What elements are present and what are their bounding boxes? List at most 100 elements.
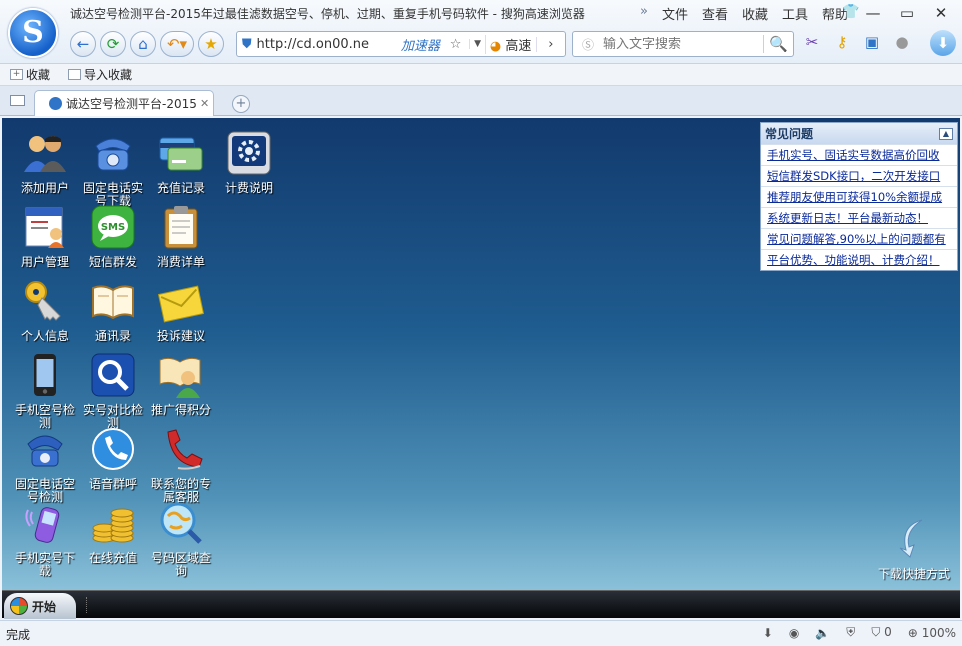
users-icon (24, 136, 66, 172)
search-input[interactable] (603, 36, 763, 52)
key-tool-icon[interactable]: ⚷ (832, 33, 852, 51)
zoom-control[interactable]: ⊕ 100% (908, 626, 956, 640)
faq-link[interactable]: 平台优势、功能说明、计费介绍！ (761, 249, 957, 270)
search-engine-icon[interactable]: Ⓢ (573, 36, 603, 53)
volume-icon[interactable]: 🔈 (815, 626, 830, 640)
desktop-icon-personal-info[interactable]: 个人信息 (12, 278, 78, 343)
security-count: 0 (884, 625, 892, 639)
faq-link[interactable]: 常见问题解答,90%以上的问题都有 (761, 228, 957, 249)
search-box[interactable]: Ⓢ 🔍 (572, 31, 794, 57)
mobile-phone-icon (34, 354, 56, 396)
favorite-star-icon[interactable]: ★ (198, 31, 224, 57)
lock-icon[interactable]: ⛨ (846, 625, 855, 640)
bookmark-star-icon[interactable]: ☆ (450, 37, 470, 52)
menu-bar: » 文件 查看 收藏 工具 帮助 (640, 4, 848, 23)
desktop-icon-complaints[interactable]: 投诉建议 (148, 278, 214, 343)
desktop-icon-online-recharge[interactable]: 在线充值 (80, 500, 146, 565)
zoom-level: 100% (921, 625, 956, 640)
undo-icon[interactable]: ↶▾ (160, 31, 194, 57)
coins-icon (92, 508, 134, 543)
start-button[interactable]: 开始 (4, 593, 76, 619)
desktop-icon-label: 添加用户 (20, 181, 69, 195)
address-dropdown-icon[interactable]: ▼ (469, 39, 485, 49)
speed-label: 高速 (505, 38, 532, 54)
menu-favorites[interactable]: 收藏 (742, 4, 768, 23)
favorites-bar: + 收藏 导入收藏 (0, 64, 962, 86)
menu-file[interactable]: 文件 (662, 4, 688, 23)
address-url[interactable]: http://cd.on00.ne (257, 37, 401, 52)
refresh-icon[interactable]: ⟳ (100, 31, 126, 57)
more-icon[interactable]: ● (892, 33, 912, 51)
menu-view[interactable]: 查看 (702, 4, 728, 23)
desktop-icon-area-lookup[interactable]: 号码区域查询 (148, 500, 214, 578)
faq-link[interactable]: 系统更新日志！平台最新动态！ (761, 207, 957, 228)
desktop-icon-voice-call[interactable]: 语音群呼 (80, 426, 146, 491)
desktop-icon-mobile-real-download[interactable]: 手机实号下载 (12, 500, 78, 578)
download-status-icon[interactable]: ⬇ (763, 626, 773, 640)
back-icon[interactable]: ← (70, 31, 96, 57)
settings-icon (227, 131, 271, 175)
add-favorite-button[interactable]: + 收藏 (10, 66, 50, 83)
search-icon[interactable]: 🔍 (763, 35, 793, 53)
faq-link[interactable]: 手机实号、固话实号数据高价回收 (761, 144, 957, 165)
sidebar-toggle-icon[interactable] (10, 95, 25, 106)
faq-link[interactable]: 推荐朋友使用可获得10%余额提成 (761, 186, 957, 207)
desktop-icon-sms[interactable]: SMS 短信群发 (80, 204, 146, 269)
minimize-icon[interactable]: — (856, 2, 890, 24)
svg-text:SMS: SMS (101, 222, 125, 233)
desktop-icon-label: 消费详单 (156, 255, 205, 269)
desktop-icon-dedicated-support[interactable]: 联系您的专属客服 (148, 426, 214, 504)
menu-overflow-icon[interactable]: » (640, 4, 648, 23)
desktop-icon-recharge-records[interactable]: 充值记录 (148, 130, 214, 195)
shield-status-icon: ⛉ (871, 625, 881, 639)
desktop-icon-label: 推广得积分 (150, 403, 211, 417)
security-status[interactable]: ⛉ 0 (871, 625, 891, 640)
address-bar[interactable]: ⛊ http://cd.on00.ne 加速器 ☆ ▼ ◕ 高速 › (236, 31, 566, 57)
faq-panel: 常见问题 ▲ 手机实号、固话实号数据高价回收 短信群发SDK接口，二次开发接口 … (760, 122, 958, 271)
status-bar: 完成 ⬇ ◉ 🔈 ⛨ ⛉ 0 ⊕ 100% (0, 620, 962, 646)
desktop-icon-mobile-empty-check[interactable]: 手机空号检测 (12, 352, 78, 430)
import-favorites-button[interactable]: 导入收藏 (68, 66, 132, 83)
status-text: 完成 (6, 628, 31, 642)
faq-header: 常见问题 ▲ (761, 123, 957, 144)
faq-link[interactable]: 短信群发SDK接口，二次开发接口 (761, 165, 957, 186)
home-icon[interactable]: ⌂ (130, 31, 156, 57)
sms-icon: SMS (91, 205, 135, 249)
security-shield-icon: ⛊ (241, 36, 252, 52)
tab-favicon-icon (49, 97, 62, 110)
clipboard-tool-icon[interactable]: ▣ (862, 33, 882, 51)
accelerator-label[interactable]: 加速器 (401, 35, 450, 54)
folder-icon (68, 69, 82, 80)
desktop-icon-label: 计费说明 (224, 181, 273, 195)
toolbar-tools: ✂ ⚷ ▣ ● (802, 33, 912, 51)
tab-close-icon[interactable]: ✕ (200, 97, 209, 110)
desktop-icon-real-compare[interactable]: 实号对比检测 (80, 352, 146, 430)
desktop-icon-contacts[interactable]: 通讯录 (80, 278, 146, 343)
desktop-icon-consumption-details[interactable]: 消费详单 (148, 204, 214, 269)
menu-tools[interactable]: 工具 (782, 4, 808, 23)
eye-icon[interactable]: ◉ (789, 626, 799, 640)
collapse-icon[interactable]: ▲ (939, 127, 953, 140)
add-favorite-label: 收藏 (26, 68, 51, 82)
book-icon (92, 285, 134, 320)
go-arrow-icon[interactable]: › (535, 36, 565, 52)
desktop-icon-billing-info[interactable]: 计费说明 (216, 130, 282, 195)
desktop-icon-promotion-points[interactable]: 推广得积分 (148, 352, 214, 417)
download-shortcut[interactable]: 下载快捷方式 (874, 518, 954, 582)
desktop-icon-add-user[interactable]: 添加用户 (12, 130, 78, 195)
maximize-icon[interactable]: ▭ (890, 2, 924, 24)
tab-current[interactable]: 诚达空号检测平台-2015 ✕ (34, 90, 214, 116)
desktop-icon-user-management[interactable]: 用户管理 (12, 204, 78, 269)
scissors-icon[interactable]: ✂ (802, 33, 822, 51)
download-icon[interactable]: ⬇ (930, 30, 956, 56)
desktop-icon-label: 用户管理 (20, 255, 69, 269)
desktop-icon-landline-empty-check[interactable]: 固定电话空号检测 (12, 426, 78, 504)
desktop-icon-landline-real-download[interactable]: 固定电话实号下载 (80, 130, 146, 208)
start-label: 开始 (32, 599, 57, 614)
close-icon[interactable]: ✕ (924, 2, 958, 24)
speed-mode-button[interactable]: ◕ 高速 (484, 34, 536, 54)
desktop-icon-label: 个人信息 (20, 329, 69, 343)
sogou-logo-icon[interactable]: S (8, 8, 58, 58)
tab-bar: 诚达空号检测平台-2015 ✕ + (0, 86, 962, 116)
new-tab-icon[interactable]: + (232, 95, 250, 113)
